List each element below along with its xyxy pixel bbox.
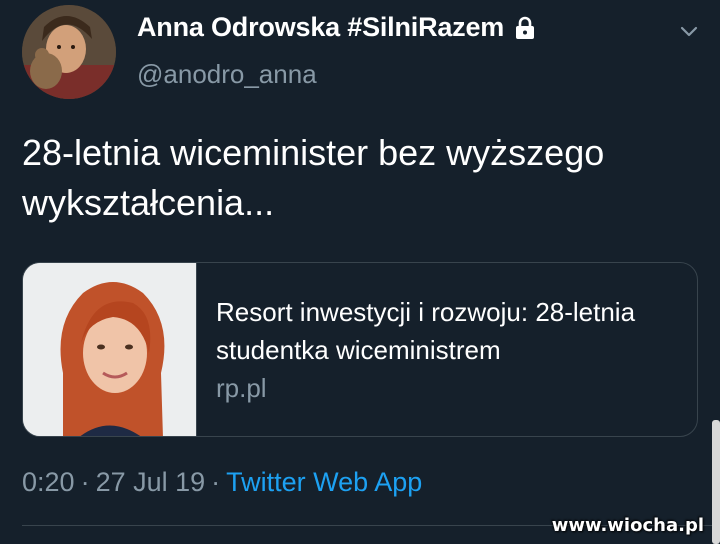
tweet-date[interactable]: 27 Jul 19 (96, 467, 206, 497)
tweet-source-link[interactable]: Twitter Web App (226, 467, 422, 497)
watermark: www.wiocha.pl (551, 515, 704, 536)
card-domain: rp.pl (216, 373, 267, 403)
card-title: Resort inwestycji i rozwoju: 28-letnia s… (216, 297, 636, 365)
link-card[interactable]: Resort inwestycji i rozwoju: 28-letnia s… (22, 262, 698, 437)
chevron-down-icon[interactable] (676, 18, 702, 44)
tweet: Anna Odrowska #SilniRazem @anodro_anna 2… (0, 0, 720, 544)
avatar[interactable] (22, 5, 116, 99)
meta-separator: · (211, 467, 221, 497)
card-body: Resort inwestycji i rozwoju: 28-letnia s… (216, 293, 686, 407)
author-handle[interactable]: @anodro_anna (137, 59, 317, 90)
author-name-row: Anna Odrowska #SilniRazem (137, 12, 538, 43)
tweet-text: 28-letnia wiceminister bez wyższego wyks… (22, 132, 605, 223)
tweet-time[interactable]: 0:20 (22, 467, 75, 497)
lock-icon (512, 15, 538, 41)
display-name[interactable]: Anna Odrowska #SilniRazem (137, 12, 504, 43)
scrollbar[interactable] (712, 420, 720, 544)
tweet-meta: 0:20 · 27 Jul 19 · Twitter Web App (22, 467, 422, 498)
meta-separator: · (80, 467, 90, 497)
card-thumbnail (23, 263, 197, 436)
